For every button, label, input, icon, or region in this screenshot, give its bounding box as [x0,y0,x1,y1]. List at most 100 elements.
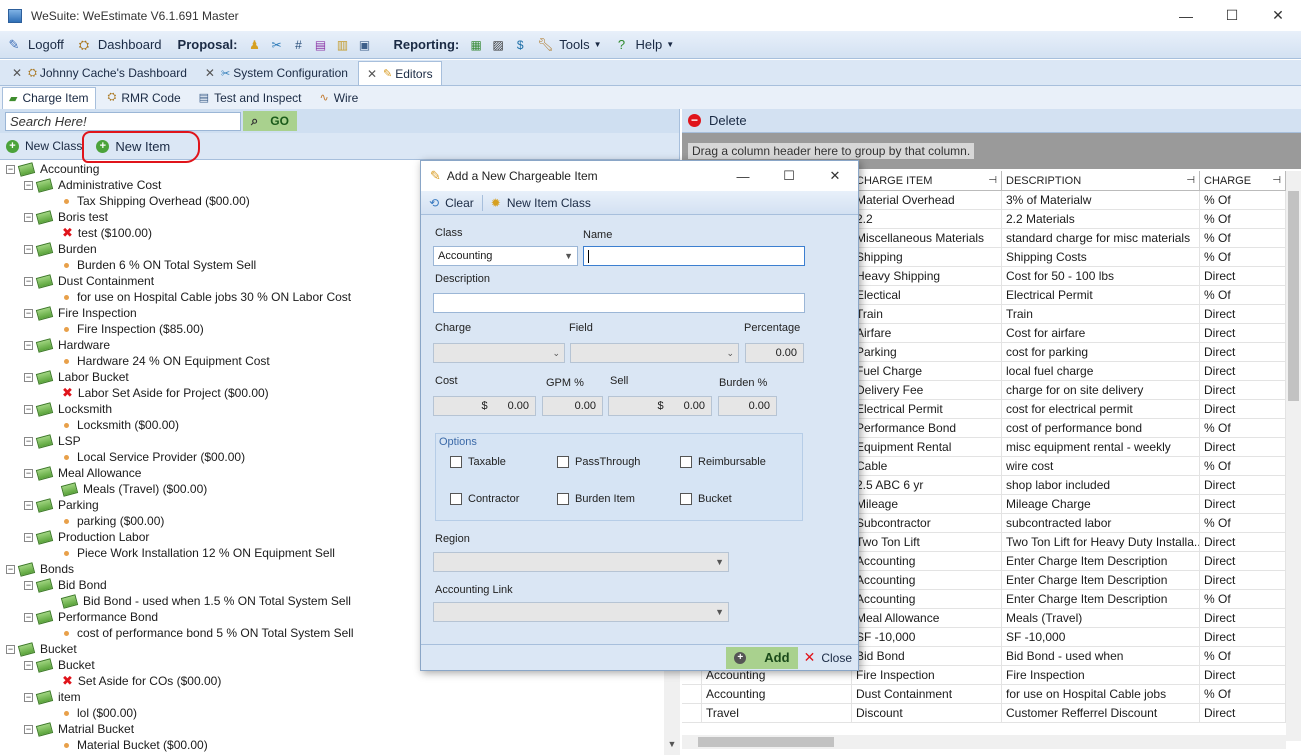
dashboard-button[interactable]: ⛭ Dashboard [70,32,168,58]
logoff-button[interactable]: ✎ Logoff [0,32,70,58]
list-icon[interactable]: ▤ [313,37,329,53]
new-class-button[interactable]: + New Class [6,139,82,153]
table-row[interactable]: Travel Discount Customer Refferrel Discoun… [682,704,1286,723]
collapse-icon[interactable]: − [24,692,33,702]
column-header-charge[interactable]: CHARGE ⊣ [1200,171,1286,190]
collapse-icon[interactable]: − [24,468,33,478]
tree-item-node[interactable]: ✖ Set Aside for COs ($00.00) [0,673,664,689]
dialog-close-x-button[interactable]: ✕ [812,161,858,191]
burden-item-checkbox[interactable]: Burden Item [557,493,635,505]
tools-cross-icon[interactable]: ✂ [269,37,285,53]
class-select[interactable]: Accounting ▼ [433,246,578,266]
tools-menu[interactable]: 🔧︎ Tools ▼ [531,32,607,58]
table-row[interactable]: Accounting Dust Containment for use on Hos… [682,685,1286,704]
tree-group-node[interactable]: − item [0,689,664,705]
checkbox-box[interactable] [557,493,569,505]
scroll-thumb[interactable] [698,737,834,747]
contractor-checkbox[interactable]: Contractor [450,493,519,505]
tab-charge-item[interactable]: ▰ Charge Item [2,86,96,109]
bucket-checkbox[interactable]: Bucket [680,493,732,505]
checkbox-box[interactable] [450,493,462,505]
scroll-thumb[interactable] [1288,191,1299,401]
collapse-icon[interactable]: − [24,436,33,446]
pin-icon[interactable]: ⊣ [1272,171,1281,191]
accounting-link-select[interactable]: ▼ [433,602,729,622]
collapse-icon[interactable]: − [24,340,33,350]
dialog-minimize-button[interactable]: — [720,161,766,191]
maximize-button[interactable]: ☐ [1209,0,1255,31]
collapse-icon[interactable]: − [24,212,33,222]
collapse-icon[interactable]: − [24,724,33,734]
pin-icon[interactable]: ⊣ [988,171,997,191]
collapse-icon[interactable]: − [6,164,15,174]
help-menu[interactable]: ? Help ▼ [608,32,681,58]
gpm-input[interactable]: 0.00 [542,396,603,416]
checkbox-box[interactable] [680,493,692,505]
chart-icon[interactable]: ▦ [468,37,484,53]
tab-test-and-inspect[interactable]: ▤ Test and Inspect [193,87,308,109]
dollar-report-icon[interactable]: $ [512,37,528,53]
charge-select[interactable]: ⌄ [433,343,565,363]
tree-item-node[interactable]: Material Bucket ($00.00) [0,737,664,753]
collapse-icon[interactable]: − [24,180,33,190]
name-input[interactable] [583,246,805,266]
collapse-icon[interactable]: − [24,404,33,414]
new-item-class-button[interactable]: New Item Class [507,196,591,210]
collapse-icon[interactable]: − [24,500,33,510]
collapse-icon[interactable]: − [24,612,33,622]
collapse-icon[interactable]: − [24,244,33,254]
row-selector[interactable] [682,685,702,703]
close-window-button[interactable]: ✕ [1255,0,1301,31]
percentage-input[interactable]: 0.00 [745,343,804,363]
grid-horizontal-scrollbar[interactable] [682,735,1286,749]
tree-group-node[interactable]: − Matrial Bucket [0,721,664,737]
delete-button[interactable]: Delete [709,113,747,128]
dialog-maximize-button[interactable]: ☐ [766,161,812,191]
clear-button[interactable]: Clear [445,196,474,210]
taxable-checkbox[interactable]: Taxable [450,456,506,468]
tab-system-configuration[interactable]: ✕ ✂ System Configuration [197,61,356,85]
grid-vertical-scrollbar[interactable] [1286,171,1301,741]
close-tab-icon[interactable]: ✕ [205,66,215,80]
close-tab-icon[interactable]: ✕ [367,67,377,81]
checkbox-box[interactable] [450,456,462,468]
cost-input[interactable]: $ 0.00 [433,396,536,416]
scroll-down-icon[interactable]: ▼ [664,739,680,755]
line-chart-icon[interactable]: ▨ [490,37,506,53]
grid-icon[interactable]: # [291,37,307,53]
picture-icon[interactable]: ▣ [357,37,373,53]
collapse-icon[interactable]: − [24,580,33,590]
sell-input[interactable]: $ 0.00 [608,396,712,416]
field-select[interactable]: ⌄ [570,343,739,363]
close-button[interactable]: ✕ Close [804,649,852,666]
tree-item-node[interactable]: lol ($00.00) [0,705,664,721]
row-selector[interactable] [682,704,702,722]
collapse-icon[interactable]: − [24,372,33,382]
passthrough-checkbox[interactable]: PassThrough [557,456,640,468]
description-input[interactable] [433,293,805,313]
region-select[interactable]: ▼ [433,552,729,572]
people-icon[interactable]: ♟ [247,37,263,53]
collapse-icon[interactable]: − [24,532,33,542]
checkbox-box[interactable] [557,456,569,468]
document-icon[interactable]: ▥ [335,37,351,53]
minimize-button[interactable]: — [1163,0,1209,31]
tab-wire[interactable]: ∿ Wire [313,87,364,109]
new-item-button[interactable]: + New Item [82,130,201,163]
pin-icon[interactable]: ⊣ [1186,171,1195,191]
tab-rmr-code[interactable]: ⛭ RMR Code [102,87,187,109]
collapse-icon[interactable]: − [24,308,33,318]
burden-input[interactable]: 0.00 [718,396,777,416]
go-button[interactable]: ⌕ GO [243,111,297,131]
collapse-icon[interactable]: − [24,276,33,286]
add-button[interactable]: + Add [726,646,798,669]
close-tab-icon[interactable]: ✕ [12,66,22,80]
collapse-icon[interactable]: − [6,644,15,654]
tab-dashboard[interactable]: ✕ ⛭ Johnny Cache's Dashboard [4,61,195,85]
column-header-description[interactable]: DESCRIPTION ⊣ [1002,171,1200,190]
column-header-charge-item[interactable]: CHARGE ITEM ⊣ [852,171,1002,190]
collapse-icon[interactable]: − [24,660,33,670]
collapse-icon[interactable]: − [6,564,15,574]
checkbox-box[interactable] [680,456,692,468]
search-input[interactable]: Search Here! [5,111,241,131]
